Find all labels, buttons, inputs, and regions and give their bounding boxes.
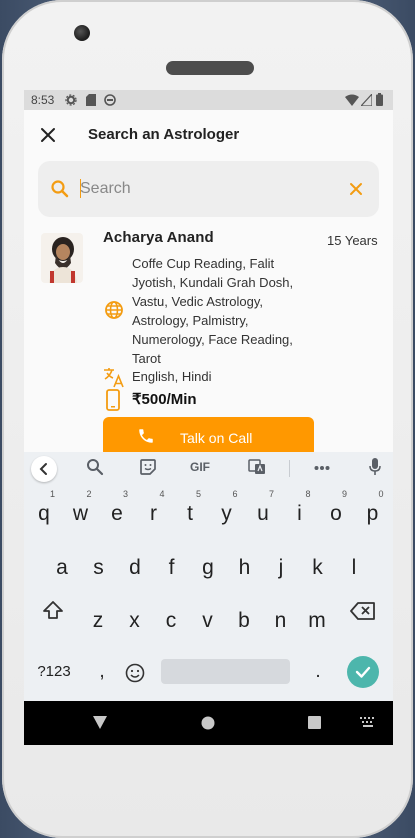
camera-icon [74, 25, 90, 41]
key-j[interactable]: j [265, 545, 297, 591]
chevron-left-icon [39, 463, 47, 475]
astrologer-card[interactable]: Acharya Anand 15 Years Coffe Cup Reading… [24, 226, 393, 457]
period-key[interactable]: . [302, 649, 334, 695]
globe-icon [105, 301, 123, 319]
key-r[interactable]: 4r [138, 489, 170, 537]
key-y[interactable]: 6y [211, 489, 243, 537]
key-b[interactable]: b [228, 598, 260, 644]
backspace-icon[interactable] [350, 602, 376, 620]
experience-label: 15 Years [327, 233, 378, 248]
symbols-key[interactable]: ?123 [34, 649, 74, 695]
comma-key[interactable]: , [86, 649, 118, 695]
check-icon [355, 666, 371, 678]
battery-icon [376, 93, 383, 106]
search-bar [38, 161, 379, 217]
shift-icon[interactable] [42, 599, 64, 621]
soft-keyboard: GIF 1q2w3e4r5t6y7u8i9o0p asdfghjkl z x c… [24, 452, 393, 701]
price-text: ₹500/Min [132, 391, 197, 408]
skills-text: Coffe Cup Reading, Falit Jyotish, Kundal… [132, 256, 294, 366]
phone-call-icon [139, 429, 153, 443]
page-title: Search an Astrologer [88, 126, 240, 143]
microphone-icon[interactable] [369, 458, 381, 476]
back-nav-icon[interactable] [93, 716, 107, 729]
key-c[interactable]: c [155, 598, 187, 644]
screen: 8:53 Search an Astrologer Search Acharya… [24, 90, 393, 745]
key-q[interactable]: 1q [28, 489, 60, 537]
recents-nav-icon[interactable] [308, 716, 321, 729]
key-w[interactable]: 2w [65, 489, 97, 537]
key-d[interactable]: d [119, 545, 151, 591]
key-l[interactable]: l [338, 545, 370, 591]
toolbar-divider [289, 460, 290, 477]
phone-frame: 8:53 Search an Astrologer Search Acharya… [2, 0, 413, 838]
clear-icon[interactable] [348, 181, 364, 197]
key-u[interactable]: 7u [247, 489, 279, 537]
key-e[interactable]: 3e [101, 489, 133, 537]
search-input[interactable] [80, 177, 330, 201]
key-x[interactable]: x [119, 598, 151, 644]
key-t[interactable]: 5t [174, 489, 206, 537]
key-s[interactable]: s [83, 545, 115, 591]
key-o[interactable]: 9o [320, 489, 352, 537]
more-icon[interactable] [314, 465, 330, 471]
home-nav-icon[interactable] [201, 716, 215, 730]
keyboard-back-button[interactable] [31, 456, 57, 482]
key-z[interactable]: z [82, 598, 114, 644]
translate-icon [104, 368, 124, 388]
no-disturb-icon [104, 94, 116, 106]
key-p[interactable]: 0p [357, 489, 389, 537]
keyboard-switch-icon[interactable] [360, 717, 376, 729]
text-cursor [80, 179, 81, 198]
signal-icon [361, 94, 372, 106]
search-icon [51, 180, 69, 198]
astrologer-name: Acharya Anand [103, 229, 214, 246]
sd-card-icon [86, 94, 96, 106]
key-h[interactable]: h [229, 545, 261, 591]
app-bar: Search an Astrologer [24, 110, 393, 162]
system-nav-bar [24, 701, 393, 745]
key-i[interactable]: 8i [284, 489, 316, 537]
key-v[interactable]: v [192, 598, 224, 644]
status-bar: 8:53 [24, 90, 393, 110]
key-k[interactable]: k [302, 545, 334, 591]
talk-on-call-label: Talk on Call [180, 430, 253, 446]
gif-button[interactable]: GIF [190, 460, 210, 474]
translate-icon[interactable] [248, 458, 266, 476]
enter-button[interactable] [347, 656, 379, 688]
spacebar[interactable] [161, 659, 290, 684]
settings-icon [65, 94, 77, 106]
key-m[interactable]: m [301, 598, 333, 644]
speaker-grille [166, 61, 254, 75]
keyboard-toolbar: GIF [24, 452, 393, 485]
close-icon[interactable] [38, 125, 58, 145]
talk-on-call-button[interactable]: Talk on Call [103, 417, 314, 457]
wifi-icon [345, 94, 359, 106]
search-icon[interactable] [86, 458, 104, 476]
key-n[interactable]: n [265, 598, 297, 644]
status-time: 8:53 [31, 93, 55, 107]
emoji-icon[interactable] [125, 663, 145, 683]
key-a[interactable]: a [46, 545, 78, 591]
key-f[interactable]: f [156, 545, 188, 591]
mobile-icon [106, 389, 120, 411]
avatar [41, 233, 83, 283]
key-g[interactable]: g [192, 545, 224, 591]
languages-text: English, Hindi [132, 369, 212, 384]
sticker-icon[interactable] [139, 458, 157, 476]
